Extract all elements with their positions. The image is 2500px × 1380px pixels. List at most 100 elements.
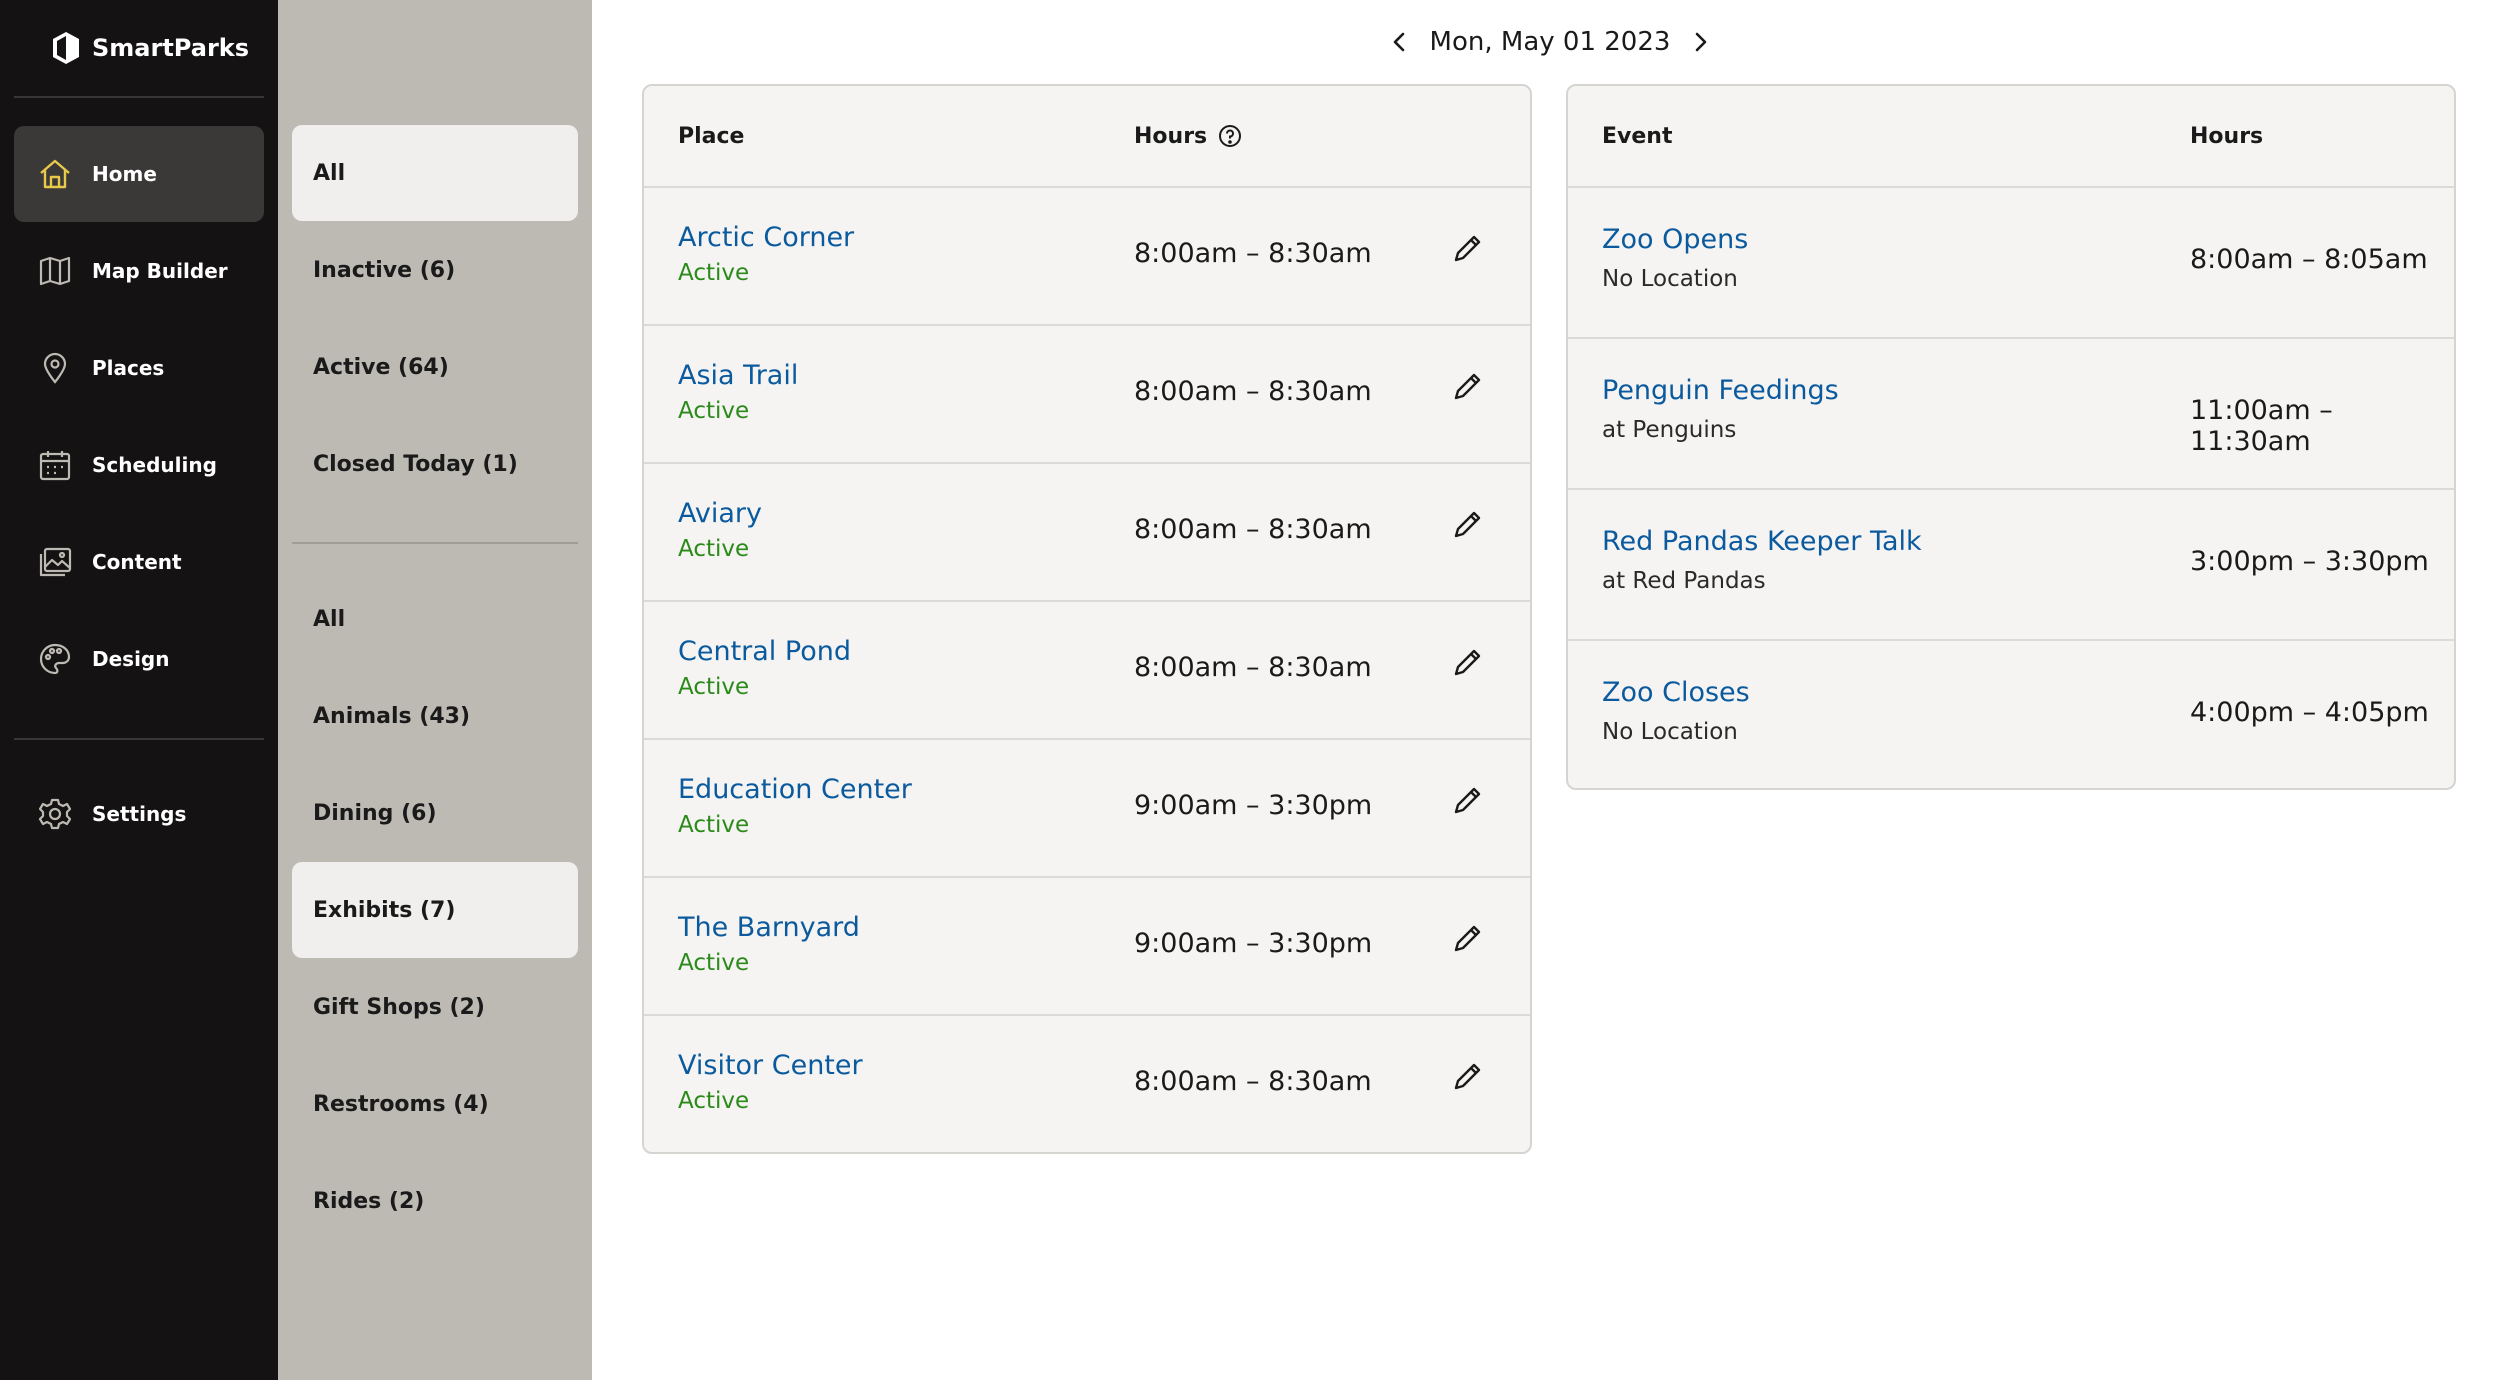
place-row: The Barnyard Active 9:00am – 3:30pm [644,878,1530,1016]
filter-panel: All Inactive (6) Active (64) Closed Toda… [278,0,592,1380]
filter-category-rides[interactable]: Rides (2) [292,1153,578,1249]
place-name-link[interactable]: Education Center [678,774,912,805]
filter-status-closed-today[interactable]: Closed Today (1) [292,416,578,512]
filter-category-gift-shops[interactable]: Gift Shops (2) [292,959,578,1055]
place-status: Active [678,950,750,976]
event-hours: 3:00pm – 3:30pm [2190,546,2429,577]
place-name-link[interactable]: Aviary [678,498,762,529]
nav-item-content[interactable]: Content [14,514,264,610]
pencil-icon [1454,787,1481,814]
place-status: Active [678,812,750,838]
nav-label: Places [92,356,165,380]
filter-category-all[interactable]: All [292,571,578,667]
edit-hours-button[interactable] [1448,918,1488,958]
next-day-button[interactable] [1680,22,1720,62]
nav-item-scheduling[interactable]: Scheduling [14,417,264,513]
events-table-header: Event Hours [1568,86,2454,188]
edit-hours-button[interactable] [1448,504,1488,544]
smartparks-logo-icon [53,32,79,64]
nav-label: Settings [92,802,187,826]
column-header-place: Place [678,123,745,149]
event-row: Red Pandas Keeper Talk at Red Pandas 3:00p… [1568,490,2454,641]
place-name-link[interactable]: The Barnyard [678,912,860,943]
edit-hours-button[interactable] [1448,642,1488,682]
place-name-link[interactable]: Asia Trail [678,360,798,391]
filter-category-restrooms[interactable]: Restrooms (4) [292,1056,578,1152]
place-status: Active [678,260,750,286]
column-header-hours: Hours [2190,123,2264,149]
home-icon [40,159,70,189]
event-name-link[interactable]: Red Pandas Keeper Talk [1602,526,1922,557]
event-name-link[interactable]: Penguin Feedings [1602,375,1839,406]
pencil-icon [1454,649,1481,676]
filter-divider [292,542,578,544]
event-hours: 11:00am – 11:30am [2190,395,2333,457]
chevron-left-icon [1393,32,1405,52]
nav-label: Scheduling [92,453,217,477]
app-name: SmartParks [92,34,250,62]
nav-item-places[interactable]: Places [14,320,264,416]
current-date: Mon, May 01 2023 [1429,27,1671,57]
event-name-link[interactable]: Zoo Closes [1602,677,1750,708]
pencil-icon [1454,511,1481,538]
place-hours: 8:00am – 8:30am [1134,238,1372,269]
nav-item-design[interactable]: Design [14,611,264,707]
app-logo[interactable]: SmartParks [50,30,249,66]
place-hours: 8:00am – 8:30am [1134,652,1372,683]
column-header-hours-label: Hours [1134,123,1208,149]
edit-hours-button[interactable] [1448,1056,1488,1096]
place-row: Aviary Active 8:00am – 8:30am [644,464,1530,602]
place-row: Central Pond Active 8:00am – 8:30am [644,602,1530,740]
edit-hours-button[interactable] [1448,228,1488,268]
place-hours: 9:00am – 3:30pm [1134,928,1373,959]
event-location: at Red Pandas [1602,568,1766,594]
edit-hours-button[interactable] [1448,780,1488,820]
nav-label: Design [92,647,170,671]
column-header-hours: Hours [1134,123,1243,149]
pencil-icon [1454,235,1481,262]
pencil-icon [1454,1063,1481,1090]
places-table: Place Hours Arctic Corner Active 8:00am – … [642,84,1532,1154]
nav-item-settings[interactable]: Settings [14,766,264,862]
event-location: No Location [1602,719,1738,745]
help-circle-icon[interactable] [1217,123,1243,149]
place-row: Visitor Center Active 8:00am – 8:30am [644,1016,1530,1152]
pencil-icon [1454,373,1481,400]
nav-label: Content [92,550,182,574]
sidebar-divider [14,96,264,98]
event-location: at Penguins [1602,417,1737,443]
place-name-link[interactable]: Arctic Corner [678,222,854,253]
place-status: Active [678,674,750,700]
events-table: Event Hours Zoo Opens No Location 8:00am –… [1566,84,2456,790]
event-row: Zoo Closes No Location 4:00pm – 4:05pm [1568,641,2454,788]
filter-category-exhibits[interactable]: Exhibits (7) [292,862,578,958]
filter-category-dining[interactable]: Dining (6) [292,765,578,861]
image-gallery-icon [39,547,72,577]
palette-icon [39,643,71,675]
filter-status-all[interactable]: All [292,125,578,221]
filter-status-inactive[interactable]: Inactive (6) [292,222,578,318]
filter-category-animals[interactable]: Animals (43) [292,668,578,764]
filter-status-active[interactable]: Active (64) [292,319,578,415]
nav-item-home[interactable]: Home [14,126,264,222]
event-name-link[interactable]: Zoo Opens [1602,224,1748,255]
place-row: Arctic Corner Active 8:00am – 8:30am [644,188,1530,326]
location-pin-icon [43,352,67,384]
nav-item-map-builder[interactable]: Map Builder [14,223,264,319]
place-hours: 8:00am – 8:30am [1134,514,1372,545]
place-name-link[interactable]: Central Pond [678,636,851,667]
place-status: Active [678,398,750,424]
event-hours: 8:00am – 8:05am [2190,244,2428,275]
pencil-icon [1454,925,1481,952]
event-hours: 4:00pm – 4:05pm [2190,697,2429,728]
place-row: Education Center Active 9:00am – 3:30pm [644,740,1530,878]
place-name-link[interactable]: Visitor Center [678,1050,863,1081]
sidebar-divider [14,738,264,740]
event-row: Zoo Opens No Location 8:00am – 8:05am [1568,188,2454,339]
date-navigator: Mon, May 01 2023 [1380,22,1720,62]
previous-day-button[interactable] [1380,22,1420,62]
edit-hours-button[interactable] [1448,366,1488,406]
place-status: Active [678,1088,750,1114]
places-table-header: Place Hours [644,86,1530,188]
nav-label: Home [92,162,157,186]
